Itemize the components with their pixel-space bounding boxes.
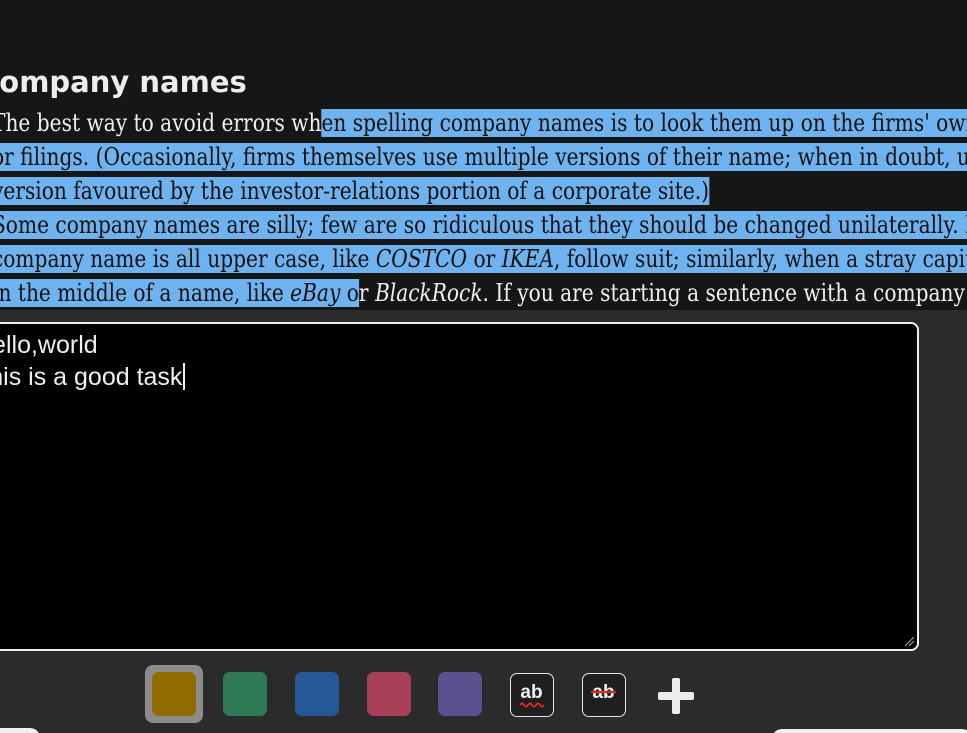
swatch-green-button[interactable] — [216, 665, 274, 723]
company-ikea: IKEA — [501, 245, 554, 273]
swatch-yellow — [152, 672, 196, 716]
article-line-6: in the middle of a name, like eBay or Bl… — [0, 276, 967, 310]
article-line-3-selected: version favoured by the investor-relatio… — [0, 177, 710, 205]
article-line-2: or filings. (Occasionally, firms themsel… — [0, 140, 967, 174]
swatch-blue — [295, 672, 339, 716]
swatch-yellow-button[interactable] — [145, 665, 203, 723]
article-line-4: Some company names are silly; few are so… — [0, 208, 967, 242]
swatch-red-button[interactable] — [360, 665, 418, 723]
article-line-6-text-a: in the middle of a name, like — [0, 279, 291, 307]
swatch-purple — [438, 672, 482, 716]
swatch-red — [367, 672, 411, 716]
swatch-purple-button[interactable] — [431, 665, 489, 723]
note-line-1: Hello,world — [0, 331, 98, 359]
article-line-5: company name is all upper case, like COS… — [0, 242, 967, 276]
article-line-1: The best way to avoid errors when spelli… — [0, 106, 967, 140]
note-line-2-text: This is a good task — [0, 363, 183, 391]
swatch-green — [223, 672, 267, 716]
note-line-2: This is a good task — [0, 361, 899, 393]
section-heading: Company names — [0, 65, 247, 99]
add-icon[interactable] — [656, 676, 696, 716]
article-line-2-selected: or filings. (Occasionally, firms themsel… — [0, 143, 967, 171]
article-line-6-text-b: o — [340, 279, 359, 307]
resize-grip-icon[interactable] — [903, 635, 915, 647]
highlight-toolbar: ab ab — [0, 665, 967, 725]
note-textarea[interactable]: Hello,world This is a good task — [0, 322, 919, 651]
spellcheck-label: ab — [520, 682, 542, 703]
company-costco: COSTCO — [375, 245, 468, 273]
spellcheck-button[interactable]: ab — [510, 673, 554, 717]
strikethrough-icon: ab — [591, 682, 616, 703]
article-line-5-text-a: company name is all upper case, like — [0, 245, 376, 273]
article-line-5-text-b: or — [467, 245, 502, 273]
company-ebay: eBay — [290, 279, 341, 307]
article-line-4-selected: Some company names are silly; few are so… — [0, 211, 967, 239]
text-caret — [183, 363, 186, 390]
article-line-3: version favoured by the investor-relatio… — [0, 174, 710, 208]
strikethrough-button[interactable]: ab — [582, 673, 626, 717]
article-line-5-text-c: , follow suit; similarly, when a stray c… — [553, 245, 967, 273]
article-line-6-text-d: . If you are starting a sentence with a … — [482, 279, 967, 307]
company-blackrock: BlackRock — [374, 279, 483, 307]
article-line-1-selected: en spelling company names is to look the… — [321, 109, 967, 137]
bottom-edge-right — [772, 729, 967, 733]
bottom-edge-left — [0, 728, 40, 733]
spellcheck-icon: ab — [519, 682, 545, 708]
article-content: Company names The best way to avoid erro… — [0, 0, 967, 322]
swatch-blue-button[interactable] — [288, 665, 346, 723]
article-line-6-text-c: r — [358, 279, 375, 307]
article-line-1-plain: The best way to avoid errors wh — [0, 109, 322, 137]
